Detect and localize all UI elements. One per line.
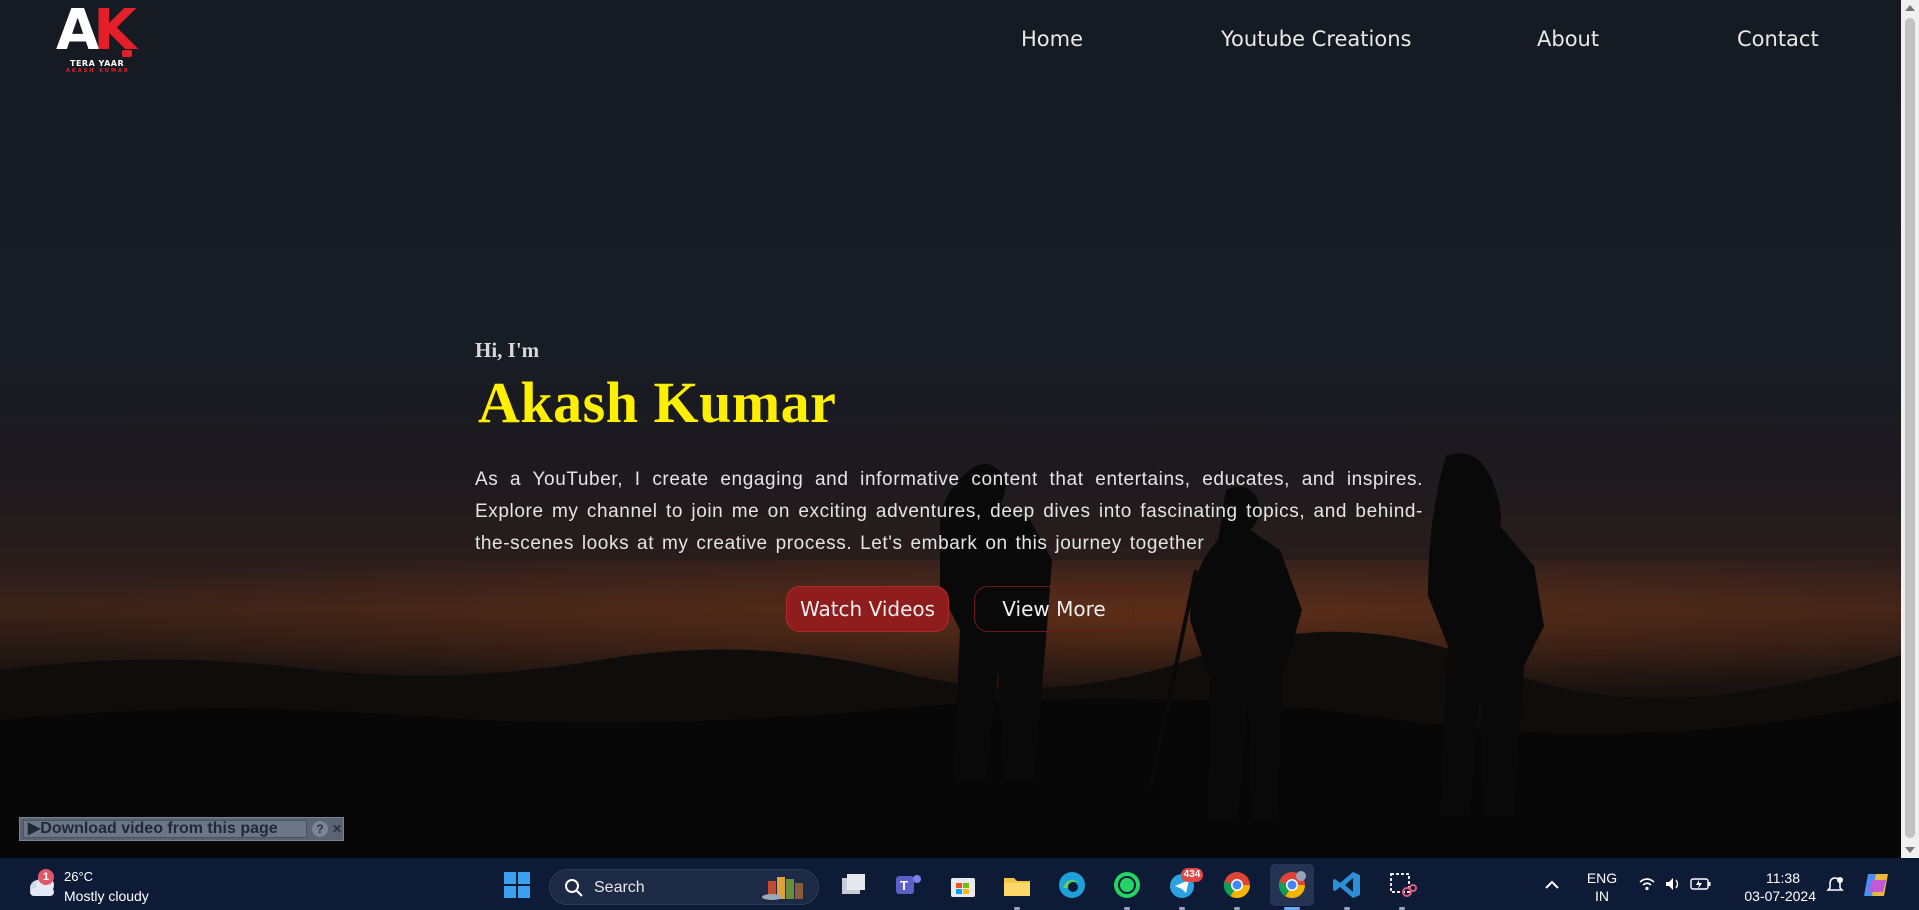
whatsapp-icon[interactable] xyxy=(1112,870,1142,900)
language-top[interactable]: ENG xyxy=(1584,870,1620,886)
taskbar-search[interactable]: Search xyxy=(549,869,819,905)
youtube-play-icon xyxy=(122,50,132,57)
notification-icon[interactable] xyxy=(1826,876,1844,894)
copilot-icon[interactable] xyxy=(1862,870,1892,900)
hero-name: Akash Kumar xyxy=(478,370,837,435)
volume-icon[interactable] xyxy=(1664,876,1682,892)
site-logo[interactable]: AK TERA YAAR AKASH KUMAR xyxy=(54,0,144,76)
chrome-icon[interactable] xyxy=(1222,870,1252,900)
store-icon[interactable] xyxy=(948,870,978,900)
language-bottom[interactable]: IN xyxy=(1584,888,1620,904)
search-icon xyxy=(565,879,583,897)
hikers-silhouette xyxy=(0,453,1901,858)
download-video-button[interactable]: ▶Download video from this page xyxy=(23,820,307,838)
nav-youtube-creations[interactable]: Youtube Creations xyxy=(1221,27,1411,51)
hero-description: As a YouTuber, I create engaging and inf… xyxy=(475,469,1423,554)
scrollbar-thumb[interactable] xyxy=(1905,18,1915,838)
nav-home[interactable]: Home xyxy=(1021,27,1083,51)
hero-greeting: Hi, I'm xyxy=(475,338,540,362)
nav-contact[interactable]: Contact xyxy=(1737,27,1819,51)
telegram-badge: 434 xyxy=(1181,868,1203,882)
battery-icon[interactable] xyxy=(1690,876,1712,892)
edge-icon[interactable] xyxy=(1057,870,1087,900)
chevron-up-icon[interactable] xyxy=(1544,878,1560,890)
view-more-button[interactable]: View More xyxy=(974,586,1134,632)
scroll-up-icon[interactable] xyxy=(1905,5,1915,11)
teams-icon[interactable]: T xyxy=(893,870,923,900)
weather-temperature[interactable]: 26°C xyxy=(64,869,93,884)
windows-taskbar: 1 26°C Mostly cloudy Search T 434 ENG IN… xyxy=(0,858,1919,910)
close-icon[interactable]: ✕ xyxy=(329,821,345,837)
chrome-profile-icon[interactable] xyxy=(1277,870,1307,900)
search-placeholder: Search xyxy=(594,879,645,896)
vertical-scrollbar[interactable] xyxy=(1901,0,1919,858)
svg-text:T: T xyxy=(900,878,908,893)
weather-condition[interactable]: Mostly cloudy xyxy=(64,888,149,904)
start-icon[interactable] xyxy=(502,870,532,900)
download-video-bar: ▶Download video from this page ? ✕ xyxy=(19,817,344,841)
logo-letter-a: A xyxy=(56,0,99,63)
snipping-tool-icon[interactable] xyxy=(1387,870,1417,900)
nav-about[interactable]: About xyxy=(1537,27,1599,51)
scroll-down-icon[interactable] xyxy=(1905,847,1915,853)
vscode-icon[interactable] xyxy=(1332,870,1362,900)
clock-date[interactable]: 03-07-2024 xyxy=(1730,888,1816,904)
watch-videos-button[interactable]: Watch Videos xyxy=(786,586,949,632)
logo-subtag: AKASH KUMAR xyxy=(66,68,130,74)
wifi-icon[interactable] xyxy=(1638,876,1656,892)
weather-badge: 1 xyxy=(38,869,54,885)
search-highlight-icon xyxy=(762,877,803,900)
logo-tagline: TERA YAAR xyxy=(70,59,125,68)
logo-letters: AK xyxy=(56,0,137,63)
help-icon[interactable]: ? xyxy=(312,821,328,837)
file-explorer-icon[interactable] xyxy=(1002,870,1032,900)
task-view-icon[interactable] xyxy=(838,870,868,900)
hero-background xyxy=(0,0,1901,858)
clock-time[interactable]: 11:38 xyxy=(1730,870,1800,886)
